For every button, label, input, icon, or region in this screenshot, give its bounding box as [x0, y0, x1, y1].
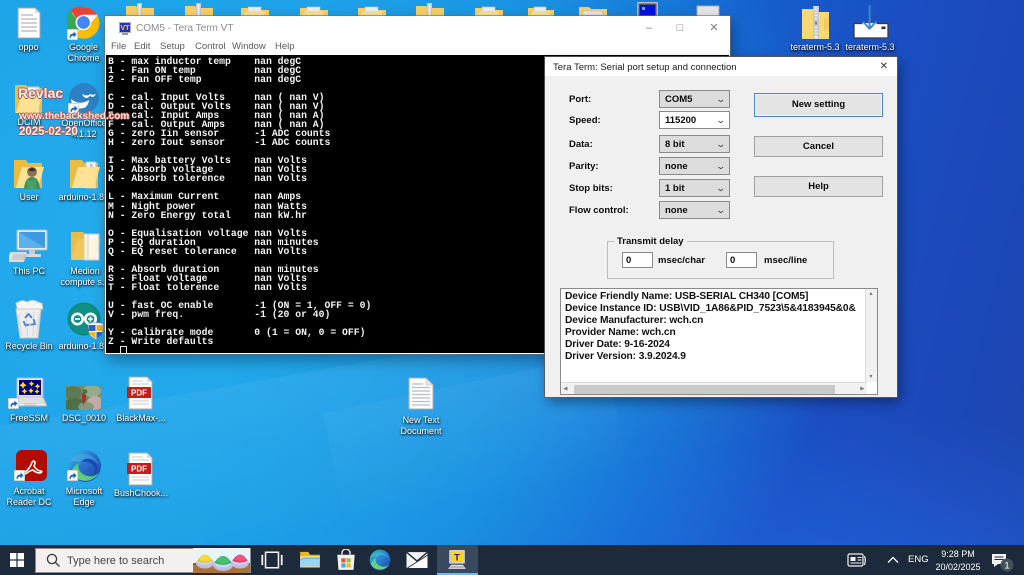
svg-text:VT: VT — [121, 25, 131, 32]
svg-text:PDF: PDF — [131, 389, 147, 398]
svg-text:PDF: PDF — [131, 465, 147, 474]
svg-text:T: T — [454, 552, 460, 563]
svg-text:1: 1 — [1004, 561, 1009, 572]
